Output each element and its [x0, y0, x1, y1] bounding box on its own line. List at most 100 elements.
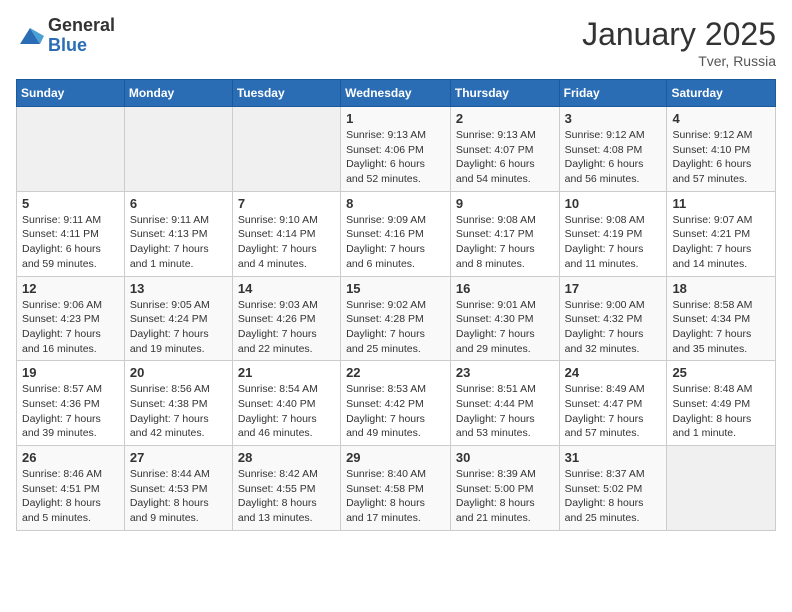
- calendar-cell: 25 Sunrise: 8:48 AM Sunset: 4:49 PM Dayli…: [667, 361, 776, 446]
- day-info: Sunrise: 9:12 AM Sunset: 4:08 PM Dayligh…: [565, 128, 662, 187]
- calendar-cell: 16 Sunrise: 9:01 AM Sunset: 4:30 PM Dayli…: [450, 276, 559, 361]
- day-number: 30: [456, 450, 554, 465]
- calendar-cell: 30 Sunrise: 8:39 AM Sunset: 5:00 PM Dayli…: [450, 446, 559, 531]
- calendar-table: SundayMondayTuesdayWednesdayThursdayFrid…: [16, 79, 776, 531]
- calendar-cell: [232, 107, 340, 192]
- day-number: 28: [238, 450, 335, 465]
- day-number: 3: [565, 111, 662, 126]
- day-info: Sunrise: 8:44 AM Sunset: 4:53 PM Dayligh…: [130, 467, 227, 526]
- day-info: Sunrise: 9:11 AM Sunset: 4:11 PM Dayligh…: [22, 213, 119, 272]
- day-info: Sunrise: 8:48 AM Sunset: 4:49 PM Dayligh…: [672, 382, 770, 441]
- day-info: Sunrise: 9:02 AM Sunset: 4:28 PM Dayligh…: [346, 298, 445, 357]
- calendar-cell: 12 Sunrise: 9:06 AM Sunset: 4:23 PM Dayli…: [17, 276, 125, 361]
- calendar-cell: 23 Sunrise: 8:51 AM Sunset: 4:44 PM Dayli…: [450, 361, 559, 446]
- day-number: 18: [672, 281, 770, 296]
- day-number: 8: [346, 196, 445, 211]
- weekday-header-sunday: Sunday: [17, 80, 125, 107]
- calendar-cell: [17, 107, 125, 192]
- day-number: 17: [565, 281, 662, 296]
- day-info: Sunrise: 9:00 AM Sunset: 4:32 PM Dayligh…: [565, 298, 662, 357]
- calendar-cell: 7 Sunrise: 9:10 AM Sunset: 4:14 PM Daylig…: [232, 191, 340, 276]
- calendar-cell: 6Sunrise: 9:11 AM Sunset: 4:13 PM Daylig…: [124, 191, 232, 276]
- day-number: 19: [22, 365, 119, 380]
- calendar-week-row: 19 Sunrise: 8:57 AM Sunset: 4:36 PM Dayli…: [17, 361, 776, 446]
- day-number: 13: [130, 281, 227, 296]
- day-info: Sunrise: 9:08 AM Sunset: 4:19 PM Dayligh…: [565, 213, 662, 272]
- logo-general-text: General: [48, 16, 115, 36]
- calendar-cell: 5 Sunrise: 9:11 AM Sunset: 4:11 PM Daylig…: [17, 191, 125, 276]
- day-number: 16: [456, 281, 554, 296]
- month-title: January 2025: [582, 16, 776, 53]
- page-header: General Blue January 2025 Tver, Russia: [16, 16, 776, 69]
- title-block: January 2025 Tver, Russia: [582, 16, 776, 69]
- day-number: 9: [456, 196, 554, 211]
- logo: General Blue: [16, 16, 115, 56]
- day-number: 7: [238, 196, 335, 211]
- day-info: Sunrise: 9:01 AM Sunset: 4:30 PM Dayligh…: [456, 298, 554, 357]
- calendar-cell: 14 Sunrise: 9:03 AM Sunset: 4:26 PM Dayli…: [232, 276, 340, 361]
- calendar-cell: 15Sunrise: 9:02 AM Sunset: 4:28 PM Dayli…: [341, 276, 451, 361]
- day-info: Sunrise: 9:05 AM Sunset: 4:24 PM Dayligh…: [130, 298, 227, 357]
- day-number: 25: [672, 365, 770, 380]
- day-info: Sunrise: 8:58 AM Sunset: 4:34 PM Dayligh…: [672, 298, 770, 357]
- calendar-cell: 3 Sunrise: 9:12 AM Sunset: 4:08 PM Daylig…: [559, 107, 667, 192]
- calendar-cell: 9Sunrise: 9:08 AM Sunset: 4:17 PM Daylig…: [450, 191, 559, 276]
- day-info: Sunrise: 8:57 AM Sunset: 4:36 PM Dayligh…: [22, 382, 119, 441]
- day-number: 22: [346, 365, 445, 380]
- calendar-cell: [667, 446, 776, 531]
- calendar-cell: [124, 107, 232, 192]
- day-info: Sunrise: 8:51 AM Sunset: 4:44 PM Dayligh…: [456, 382, 554, 441]
- day-info: Sunrise: 9:10 AM Sunset: 4:14 PM Dayligh…: [238, 213, 335, 272]
- day-info: Sunrise: 9:03 AM Sunset: 4:26 PM Dayligh…: [238, 298, 335, 357]
- calendar-cell: 10 Sunrise: 9:08 AM Sunset: 4:19 PM Dayli…: [559, 191, 667, 276]
- weekday-header-thursday: Thursday: [450, 80, 559, 107]
- calendar-cell: 28 Sunrise: 8:42 AM Sunset: 4:55 PM Dayli…: [232, 446, 340, 531]
- day-number: 5: [22, 196, 119, 211]
- day-number: 12: [22, 281, 119, 296]
- calendar-cell: 1 Sunrise: 9:13 AM Sunset: 4:06 PM Daylig…: [341, 107, 451, 192]
- day-number: 20: [130, 365, 227, 380]
- calendar-week-row: 26 Sunrise: 8:46 AM Sunset: 4:51 PM Dayli…: [17, 446, 776, 531]
- day-number: 1: [346, 111, 445, 126]
- calendar-cell: 13 Sunrise: 9:05 AM Sunset: 4:24 PM Dayli…: [124, 276, 232, 361]
- calendar-week-row: 1 Sunrise: 9:13 AM Sunset: 4:06 PM Daylig…: [17, 107, 776, 192]
- calendar-cell: 19 Sunrise: 8:57 AM Sunset: 4:36 PM Dayli…: [17, 361, 125, 446]
- day-info: Sunrise: 8:54 AM Sunset: 4:40 PM Dayligh…: [238, 382, 335, 441]
- weekday-header-tuesday: Tuesday: [232, 80, 340, 107]
- day-info: Sunrise: 9:06 AM Sunset: 4:23 PM Dayligh…: [22, 298, 119, 357]
- day-number: 23: [456, 365, 554, 380]
- day-info: Sunrise: 8:39 AM Sunset: 5:00 PM Dayligh…: [456, 467, 554, 526]
- calendar-cell: 24Sunrise: 8:49 AM Sunset: 4:47 PM Dayli…: [559, 361, 667, 446]
- weekday-header-row: SundayMondayTuesdayWednesdayThursdayFrid…: [17, 80, 776, 107]
- day-info: Sunrise: 9:13 AM Sunset: 4:06 PM Dayligh…: [346, 128, 445, 187]
- day-info: Sunrise: 9:11 AM Sunset: 4:13 PM Dayligh…: [130, 213, 227, 272]
- day-number: 29: [346, 450, 445, 465]
- calendar-cell: 17 Sunrise: 9:00 AM Sunset: 4:32 PM Dayli…: [559, 276, 667, 361]
- day-info: Sunrise: 8:42 AM Sunset: 4:55 PM Dayligh…: [238, 467, 335, 526]
- day-info: Sunrise: 8:53 AM Sunset: 4:42 PM Dayligh…: [346, 382, 445, 441]
- day-info: Sunrise: 8:37 AM Sunset: 5:02 PM Dayligh…: [565, 467, 662, 526]
- day-info: Sunrise: 8:56 AM Sunset: 4:38 PM Dayligh…: [130, 382, 227, 441]
- location: Tver, Russia: [582, 53, 776, 69]
- day-number: 11: [672, 196, 770, 211]
- logo-blue-text: Blue: [48, 36, 115, 56]
- day-info: Sunrise: 9:13 AM Sunset: 4:07 PM Dayligh…: [456, 128, 554, 187]
- calendar-cell: 21 Sunrise: 8:54 AM Sunset: 4:40 PM Dayli…: [232, 361, 340, 446]
- day-number: 10: [565, 196, 662, 211]
- calendar-cell: 26 Sunrise: 8:46 AM Sunset: 4:51 PM Dayli…: [17, 446, 125, 531]
- weekday-header-monday: Monday: [124, 80, 232, 107]
- day-number: 4: [672, 111, 770, 126]
- day-number: 26: [22, 450, 119, 465]
- day-number: 21: [238, 365, 335, 380]
- day-info: Sunrise: 9:12 AM Sunset: 4:10 PM Dayligh…: [672, 128, 770, 187]
- day-info: Sunrise: 8:46 AM Sunset: 4:51 PM Dayligh…: [22, 467, 119, 526]
- calendar-cell: 18 Sunrise: 8:58 AM Sunset: 4:34 PM Dayli…: [667, 276, 776, 361]
- calendar-cell: 8 Sunrise: 9:09 AM Sunset: 4:16 PM Daylig…: [341, 191, 451, 276]
- day-number: 14: [238, 281, 335, 296]
- day-info: Sunrise: 8:40 AM Sunset: 4:58 PM Dayligh…: [346, 467, 445, 526]
- day-number: 24: [565, 365, 662, 380]
- calendar-week-row: 12 Sunrise: 9:06 AM Sunset: 4:23 PM Dayli…: [17, 276, 776, 361]
- day-info: Sunrise: 9:07 AM Sunset: 4:21 PM Dayligh…: [672, 213, 770, 272]
- day-info: Sunrise: 9:09 AM Sunset: 4:16 PM Dayligh…: [346, 213, 445, 272]
- calendar-cell: 11 Sunrise: 9:07 AM Sunset: 4:21 PM Dayli…: [667, 191, 776, 276]
